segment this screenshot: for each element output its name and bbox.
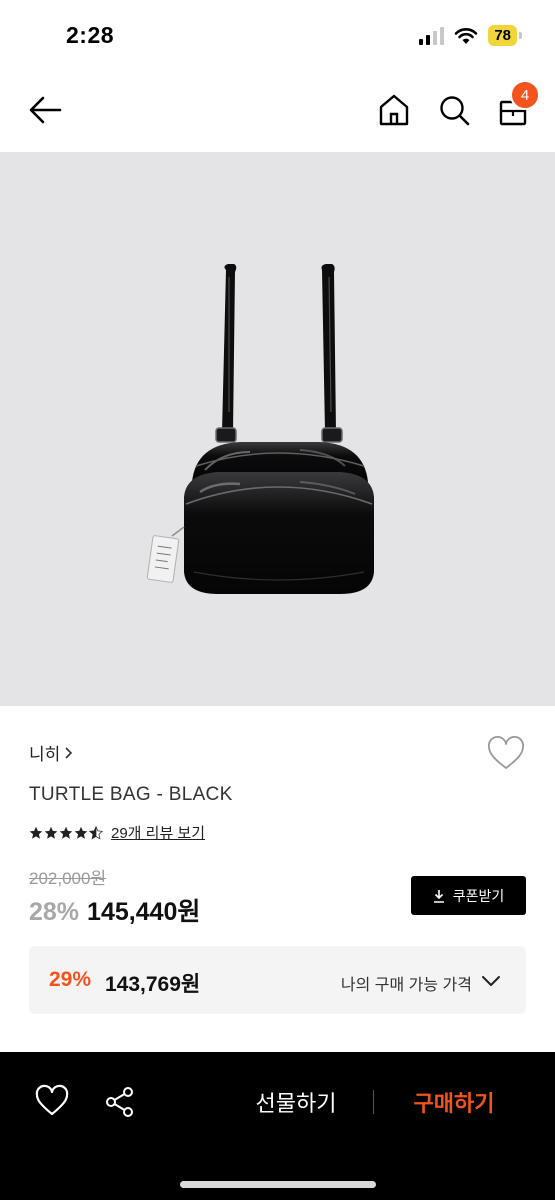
- wifi-icon: [455, 27, 478, 44]
- original-price: 202,000원: [29, 869, 107, 888]
- sale-price: 145,440원: [87, 898, 201, 926]
- nav-bar: 4: [0, 70, 555, 152]
- star-icon: [44, 826, 58, 839]
- coupon-button[interactable]: 쿠폰받기: [411, 876, 526, 915]
- divider: [373, 1090, 374, 1114]
- star-half-icon: [89, 825, 103, 839]
- review-link[interactable]: 29개 리뷰 보기: [111, 822, 205, 843]
- wishlist-button[interactable]: [486, 736, 526, 772]
- share-button[interactable]: [102, 1084, 138, 1120]
- buy-button[interactable]: 구매하기: [398, 1086, 510, 1118]
- status-time: 2:28: [66, 22, 115, 48]
- star-rating: [29, 825, 103, 840]
- heart-outline-icon: [488, 736, 524, 769]
- price-row: 28% 145,440원: [29, 892, 200, 928]
- home-button[interactable]: [376, 92, 412, 128]
- bottom-action-bar: 선물하기 구매하기: [0, 1052, 555, 1200]
- gift-button[interactable]: 선물하기: [240, 1086, 352, 1118]
- product-image[interactable]: [0, 152, 555, 706]
- back-arrow-icon: [29, 96, 62, 124]
- product-name: TURTLE BAG - BLACK: [29, 784, 233, 805]
- my-price-value: 143,769원: [105, 973, 201, 996]
- status-icons: 78: [419, 25, 522, 46]
- download-icon: [433, 889, 444, 903]
- coupon-label: 쿠폰받기: [452, 887, 505, 904]
- cart-count-badge: 4: [510, 80, 540, 110]
- star-icon: [59, 826, 73, 839]
- cellular-signal-icon: [419, 26, 445, 45]
- home-icon: [379, 94, 409, 126]
- bag-image: [146, 264, 374, 594]
- share-icon: [106, 1087, 133, 1117]
- like-button[interactable]: [34, 1084, 70, 1120]
- star-icon: [74, 826, 88, 839]
- brand-name: 니히: [29, 745, 61, 764]
- my-discount-rate: 29%: [49, 968, 92, 991]
- back-button[interactable]: [26, 92, 66, 128]
- battery-icon: 78: [488, 25, 522, 46]
- star-icon: [29, 826, 43, 839]
- search-button[interactable]: [436, 92, 472, 128]
- home-indicator: [180, 1181, 376, 1188]
- chevron-down-icon: [482, 976, 500, 986]
- rating-row: 29개 리뷰 보기: [29, 822, 205, 843]
- chevron-right-icon: [65, 746, 73, 759]
- my-price-label: 나의 구매 가능 가격: [340, 977, 472, 994]
- brand-link[interactable]: 니히: [29, 740, 74, 765]
- search-icon: [440, 96, 470, 126]
- status-bar: 2:28 78: [0, 0, 555, 70]
- heart-outline-icon: [35, 1084, 69, 1116]
- my-price-dropdown[interactable]: 29% 143,769원 나의 구매 가능 가격: [29, 946, 526, 1014]
- discount-rate: 28%: [29, 898, 80, 926]
